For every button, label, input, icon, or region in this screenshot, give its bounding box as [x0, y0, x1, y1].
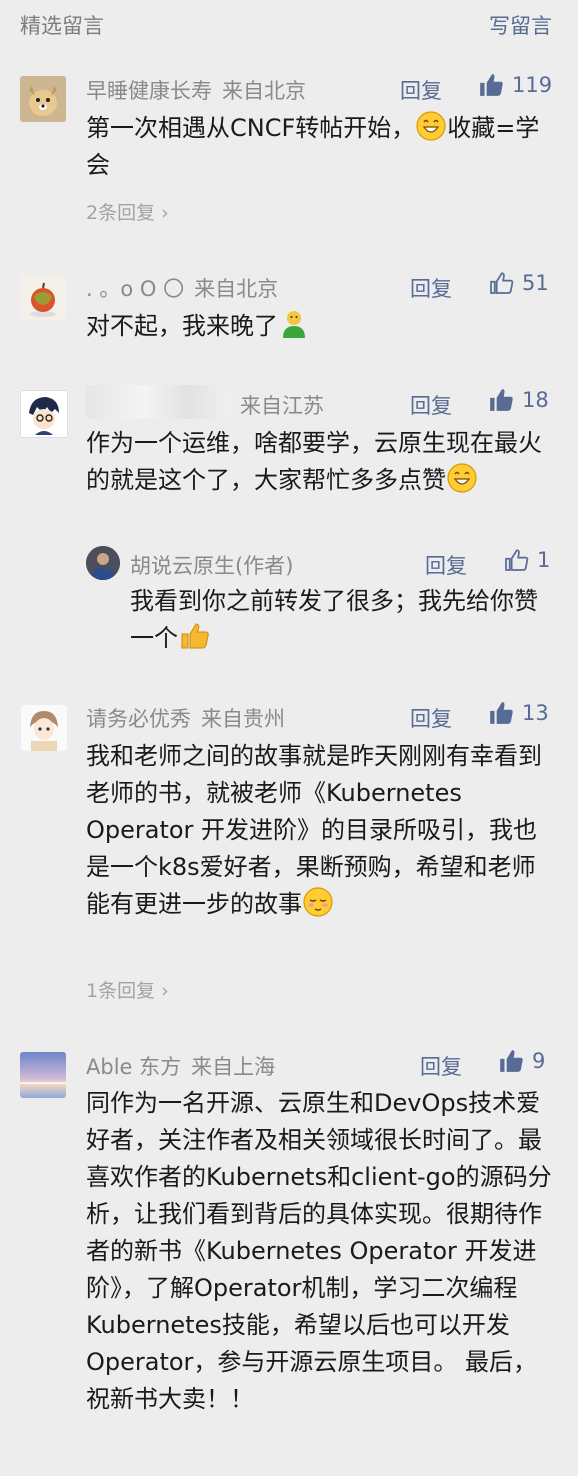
- like-count: 1: [537, 548, 551, 572]
- reply-button[interactable]: 回复: [420, 1051, 462, 1081]
- reply-button[interactable]: 回复: [400, 75, 442, 105]
- blurred-author-name: [86, 385, 230, 419]
- cartoon-avatar-icon: [21, 391, 67, 437]
- thumbs-up-filled-icon: [480, 74, 503, 96]
- like-count: 18: [522, 388, 549, 412]
- like-button[interactable]: 9: [498, 1048, 545, 1074]
- thumbs-up-filled-icon: [500, 1050, 523, 1072]
- grin-emoji-icon: [416, 111, 446, 141]
- author-reply-text: 我看到你之前转发了很多；我先给你赞一个: [130, 587, 538, 652]
- featured-comments-title: 精选留言: [20, 14, 104, 38]
- avatar[interactable]: [20, 76, 66, 122]
- sky-avatar-icon: [20, 1052, 66, 1098]
- comment-text: 第一次相遇从CNCF转帖开始， 收藏=学会: [86, 110, 556, 184]
- comment-text: 作为一个运维，啥都要学，云原生现在最火的就是这个了，大家帮忙多多点赞: [86, 429, 542, 494]
- like-button[interactable]: 119: [478, 72, 552, 98]
- thumbs-up-outline-icon: [490, 272, 514, 294]
- view-replies-link[interactable]: 2条回复 ›: [86, 198, 169, 225]
- thumbs-up-outline-icon: [505, 549, 529, 571]
- thumbs-up-filled-icon: [490, 702, 513, 724]
- like-button[interactable]: 51: [488, 270, 549, 296]
- shy-emoji-icon: [303, 887, 333, 917]
- like-count: 51: [522, 271, 549, 295]
- comment-text: 对不起，我来晚了: [86, 308, 556, 345]
- person-photo-avatar-icon: [86, 546, 120, 580]
- author-name: 胡说云原生(作者): [130, 554, 294, 578]
- avatar[interactable]: [20, 390, 68, 438]
- reply-button[interactable]: 回复: [425, 550, 467, 580]
- grin-emoji-icon: [447, 463, 477, 493]
- like-count: 119: [512, 73, 553, 97]
- author-avatar[interactable]: [86, 546, 120, 580]
- thumbs-up-emoji-icon: [181, 623, 209, 649]
- dog-avatar-icon: [20, 76, 66, 122]
- apple-avatar-icon: [20, 274, 66, 320]
- comment-location: 来自江苏: [240, 394, 324, 418]
- like-button[interactable]: 13: [488, 700, 549, 726]
- like-button[interactable]: 1: [503, 547, 550, 573]
- view-replies-link[interactable]: 1条回复 ›: [86, 976, 169, 1003]
- thumbs-up-filled-icon: [490, 389, 513, 411]
- write-comment-button[interactable]: 写留言: [489, 10, 552, 40]
- reply-button[interactable]: 回复: [410, 703, 452, 733]
- comment-text: 我和老师之间的故事就是昨天刚刚有幸看到老师的书，就被老师《Kubernetes …: [86, 742, 542, 918]
- reply-button[interactable]: 回复: [410, 273, 452, 303]
- person-emoji-icon: [283, 311, 305, 338]
- comment-author: 早睡健康长寿 来自北京: [86, 79, 306, 103]
- comment-author: 请务必优秀 来自贵州: [86, 707, 285, 731]
- like-count: 13: [522, 701, 549, 725]
- like-count: 9: [532, 1049, 546, 1073]
- comment-text: 同作为一名开源、云原生和DevOps技术爱好者，关注作者及相关领域很长时间了。最…: [86, 1089, 552, 1413]
- avatar[interactable]: [20, 274, 66, 320]
- comment-author: Able 东方 来自上海: [86, 1055, 276, 1079]
- avatar[interactable]: [20, 704, 68, 752]
- like-button[interactable]: 18: [488, 387, 549, 413]
- anime-boy-avatar-icon: [21, 705, 67, 751]
- comment-author: . 。o O 〇来自北京: [86, 277, 279, 301]
- avatar[interactable]: [20, 1052, 66, 1098]
- reply-button[interactable]: 回复: [410, 390, 452, 420]
